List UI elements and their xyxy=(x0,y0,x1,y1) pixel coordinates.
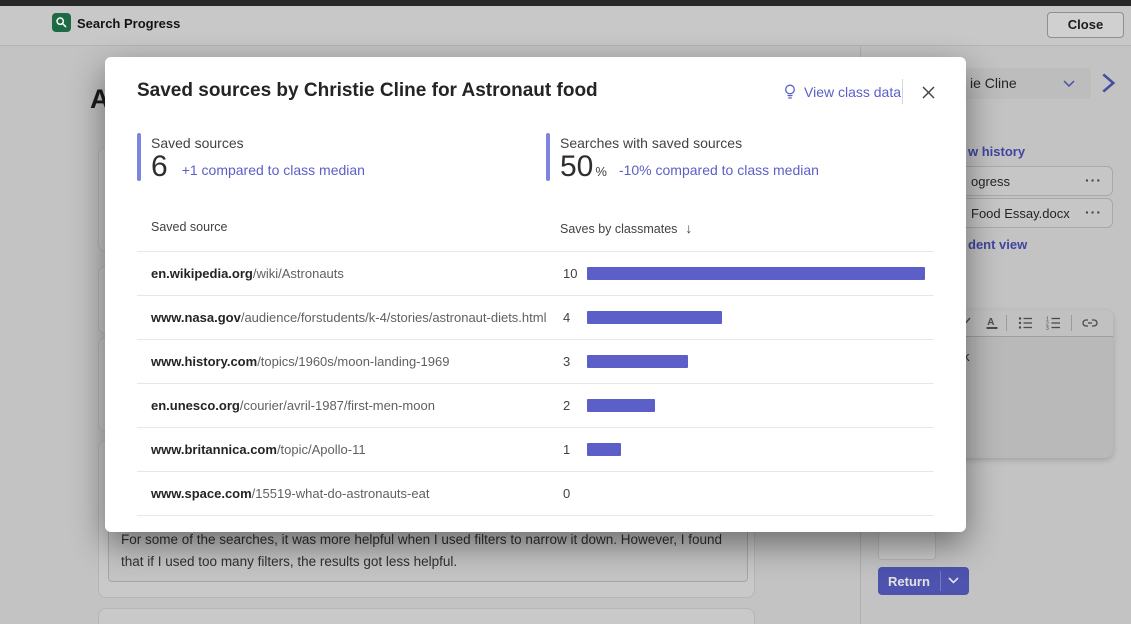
source-path: /courier/avril-1987/first-men-moon xyxy=(240,398,435,413)
student-selector-value: ie Cline xyxy=(970,75,1017,91)
source-url: www.nasa.gov/audience/forstudents/k-4/st… xyxy=(151,310,546,325)
source-path: /15519-what-do-astronauts-eat xyxy=(252,486,430,501)
reflection-answer-text: For some of the searches, it was more he… xyxy=(121,529,746,573)
source-domain: en.unesco.org xyxy=(151,398,240,413)
sort-descending-icon: ↓ xyxy=(685,220,692,236)
more-options-icon[interactable]: ··· xyxy=(1085,172,1102,188)
saved-sources-dialog: Saved sources by Christie Cline for Astr… xyxy=(105,57,966,532)
table-row: www.nasa.gov/audience/forstudents/k-4/st… xyxy=(137,296,934,340)
saves-bar xyxy=(587,311,722,324)
saves-count: 0 xyxy=(563,486,570,501)
toolbar-divider xyxy=(1006,315,1007,331)
student-view-link[interactable]: dent view xyxy=(968,237,1027,252)
source-url: www.britannica.com/topic/Apollo-11 xyxy=(151,442,366,457)
source-path: /audience/forstudents/k-4/stories/astron… xyxy=(241,310,547,325)
split-button-divider xyxy=(940,571,941,591)
text-color-icon[interactable]: A xyxy=(984,315,1000,331)
toolbar-divider xyxy=(1071,315,1072,331)
attachment-label: ogress xyxy=(971,174,1010,189)
app-topbar: Search Progress Close xyxy=(0,6,1131,46)
more-options-icon[interactable]: ··· xyxy=(1085,204,1102,220)
secondary-action-button[interactable] xyxy=(878,531,936,560)
saves-bar xyxy=(587,267,925,280)
stat-accent-bar xyxy=(137,133,141,181)
reflection-line-2: that if I used too many filters, the res… xyxy=(121,551,746,573)
table-row: en.wikipedia.org/wiki/Astronauts 10 xyxy=(137,252,934,296)
search-progress-app-icon xyxy=(52,13,71,32)
stat-delta: -10% compared to class median xyxy=(607,162,819,183)
stat-value: 6 xyxy=(151,151,168,183)
saves-bar xyxy=(587,443,621,456)
close-icon xyxy=(921,85,936,100)
dialog-close-button[interactable] xyxy=(917,81,939,103)
saves-count: 10 xyxy=(563,266,577,281)
saves-bar xyxy=(587,355,688,368)
source-domain: www.nasa.gov xyxy=(151,310,241,325)
stat-delta: +1 compared to class median xyxy=(170,162,365,183)
saves-count: 2 xyxy=(563,398,570,413)
saves-header-label: Saves by classmates xyxy=(560,222,677,236)
column-header-saves-by-classmates[interactable]: Saves by classmates ↓ xyxy=(560,220,692,236)
source-url: www.space.com/15519-what-do-astronauts-e… xyxy=(151,486,429,501)
close-app-button[interactable]: Close xyxy=(1047,12,1124,38)
stat-unit: % xyxy=(593,164,607,183)
app-title: Search Progress xyxy=(77,16,180,31)
saves-count: 4 xyxy=(563,310,570,325)
stat-accent-bar xyxy=(546,133,550,181)
numbered-list-icon[interactable]: 1 2 3 xyxy=(1045,315,1062,331)
source-path: /topic/Apollo-11 xyxy=(277,442,366,457)
source-path: /wiki/Astronauts xyxy=(253,266,344,281)
background-card xyxy=(98,608,755,624)
saved-sources-table: en.wikipedia.org/wiki/Astronauts 10 www.… xyxy=(137,251,934,516)
source-domain: www.history.com xyxy=(151,354,257,369)
source-url: www.history.com/topics/1960s/moon-landin… xyxy=(151,354,449,369)
view-class-data-label: View class data xyxy=(804,84,901,100)
dialog-header-divider xyxy=(902,79,903,104)
view-class-data-link[interactable]: View class data xyxy=(782,83,901,100)
table-row: www.history.com/topics/1960s/moon-landin… xyxy=(137,340,934,384)
attachment-label: Food Essay.docx xyxy=(971,206,1070,221)
return-button[interactable]: Return xyxy=(878,567,969,595)
bullet-list-icon[interactable] xyxy=(1017,315,1034,331)
app-window: Search Progress Close A For some of the … xyxy=(0,0,1131,624)
stat-label: Searches with saved sources xyxy=(560,135,742,151)
saves-bar xyxy=(587,399,655,412)
magnifier-icon xyxy=(55,16,68,29)
source-url: en.unesco.org/courier/avril-1987/first-m… xyxy=(151,398,435,413)
next-student-button[interactable] xyxy=(1099,73,1119,93)
source-domain: www.britannica.com xyxy=(151,442,277,457)
table-row: www.space.com/15519-what-do-astronauts-e… xyxy=(137,472,934,516)
reflection-line-1: For some of the searches, it was more he… xyxy=(121,529,746,551)
return-button-label: Return xyxy=(878,574,940,589)
stat-label: Saved sources xyxy=(151,135,244,151)
source-domain: en.wikipedia.org xyxy=(151,266,253,281)
dialog-title: Saved sources by Christie Cline for Astr… xyxy=(137,80,598,102)
view-history-link[interactable]: w history xyxy=(968,144,1025,159)
source-url: en.wikipedia.org/wiki/Astronauts xyxy=(151,266,344,281)
saves-count: 3 xyxy=(563,354,570,369)
source-domain: www.space.com xyxy=(151,486,252,501)
stat-value: 50 xyxy=(560,151,593,183)
svg-text:A: A xyxy=(987,317,994,328)
table-row: en.unesco.org/courier/avril-1987/first-m… xyxy=(137,384,934,428)
link-icon[interactable] xyxy=(1081,315,1099,331)
return-options-chevron-icon[interactable] xyxy=(948,577,959,584)
svg-text:3: 3 xyxy=(1046,326,1049,331)
chevron-down-icon xyxy=(1063,80,1075,88)
table-row: www.britannica.com/topic/Apollo-11 1 xyxy=(137,428,934,472)
source-path: /topics/1960s/moon-landing-1969 xyxy=(257,354,449,369)
lightbulb-icon xyxy=(782,83,798,100)
column-header-saved-source: Saved source xyxy=(151,220,227,234)
saves-count: 1 xyxy=(563,442,570,457)
